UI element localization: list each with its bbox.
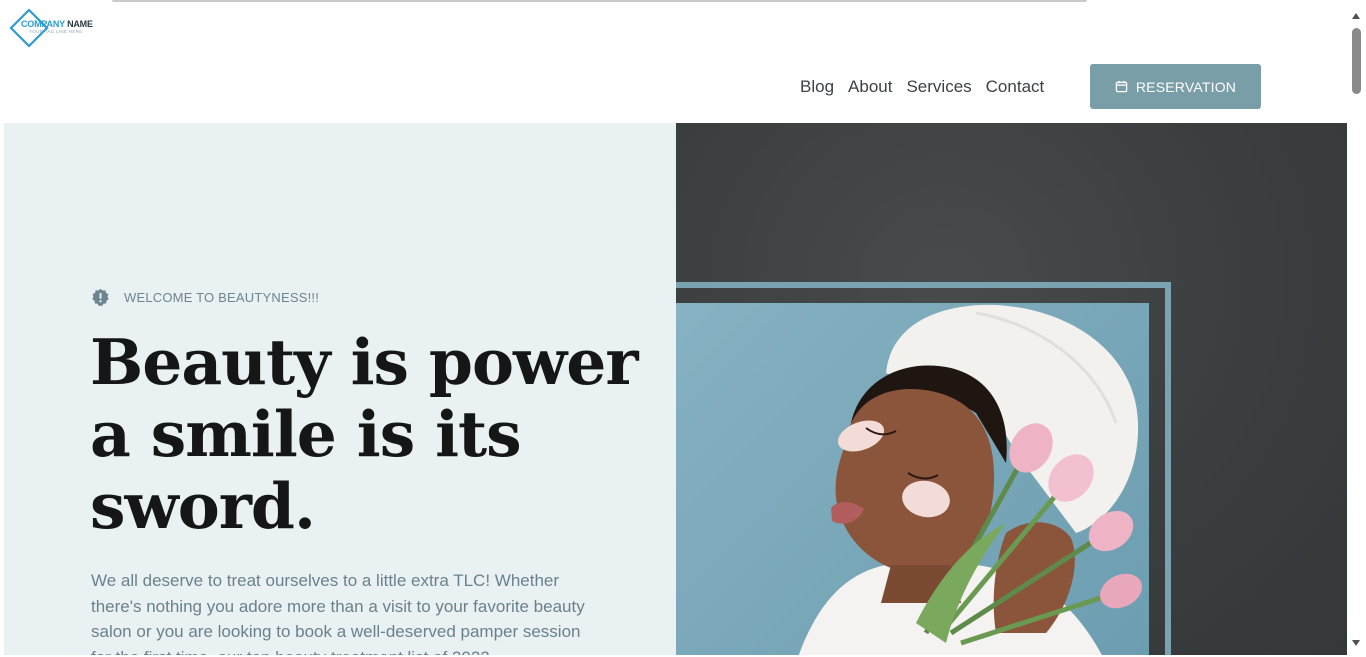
headline-line-1: Beauty is power	[90, 325, 639, 399]
main-nav: Blog About Services Contact	[800, 77, 1044, 97]
headline-line-3: sword.	[90, 469, 316, 543]
vertical-scrollbar[interactable]	[1347, 4, 1366, 655]
hero-text-panel: WELCOME TO BEAUTYNESS!!! Beauty is power…	[4, 123, 676, 655]
woman-with-tulips-illustration	[798, 304, 1143, 655]
headline-line-2: a smile is its	[90, 397, 522, 471]
logo-name-part2: NAME	[64, 19, 93, 29]
hero-photo	[676, 303, 1149, 655]
browser-top-bar	[112, 0, 1087, 2]
company-logo[interactable]: COMPANY NAME YOUR TAG LINE HERE	[9, 6, 99, 50]
hero-image-panel	[676, 123, 1347, 655]
logo-name-part1: COMPANY	[21, 19, 65, 29]
calendar-icon	[1115, 80, 1128, 93]
reservation-label: RESERVATION	[1135, 78, 1237, 95]
welcome-tag: WELCOME TO BEAUTYNESS!!!	[91, 288, 319, 307]
badge-exclamation-icon	[92, 288, 109, 306]
scroll-up-arrow-icon[interactable]	[1352, 13, 1360, 19]
logo-wordmark: COMPANY NAME	[21, 19, 93, 29]
reservation-button[interactable]: RESERVATION	[1090, 64, 1261, 109]
site-header: COMPANY NAME YOUR TAG LINE HERE Blog Abo…	[4, 4, 1347, 123]
hero-headline: Beauty is power a smile is its sword.	[90, 326, 650, 542]
nav-about[interactable]: About	[848, 77, 892, 97]
scrollbar-thumb[interactable]	[1352, 28, 1361, 94]
welcome-text: WELCOME TO BEAUTYNESS!!!	[124, 290, 320, 305]
scroll-down-arrow-icon[interactable]	[1352, 640, 1360, 646]
hero-description: We all deserve to treat ourselves to a l…	[91, 571, 585, 655]
page-viewport: COMPANY NAME YOUR TAG LINE HERE Blog Abo…	[4, 4, 1347, 655]
nav-blog[interactable]: Blog	[800, 77, 834, 97]
nav-services[interactable]: Services	[906, 77, 971, 97]
logo-tagline: YOUR TAG LINE HERE	[29, 29, 83, 34]
nav-contact[interactable]: Contact	[986, 77, 1045, 97]
